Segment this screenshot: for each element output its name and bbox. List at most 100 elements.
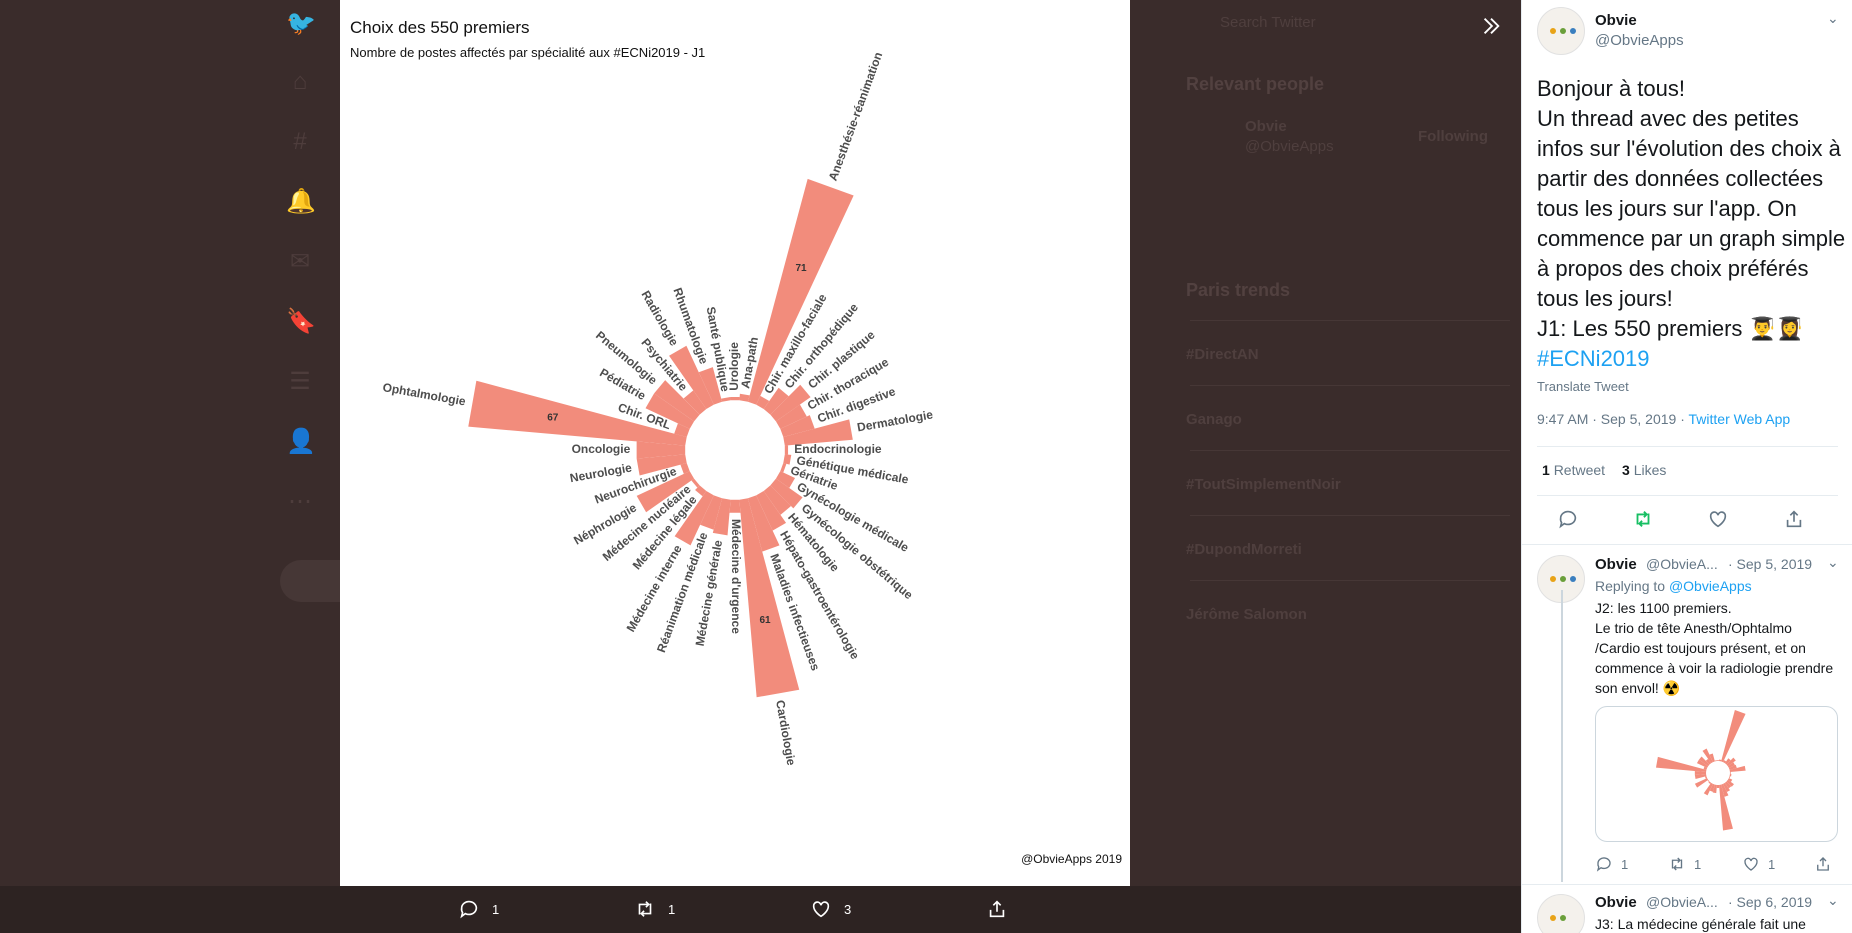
chart-bar [1721,709,1746,763]
media-action-bar: 1 1 3 [0,886,1521,933]
heart-icon [1744,857,1758,871]
expand-sidebar-button[interactable] [1474,12,1508,46]
reply-text: J2: les 1100 premiers. Le trio de tête A… [1595,600,1834,696]
retweet-count: 1 [1694,856,1702,872]
value-label: 61 [759,615,771,626]
retweet-button[interactable] [1632,508,1656,532]
tweet-line: Un thread avec des petites infos sur l'é… [1537,106,1846,311]
retweet-count: 1 [668,901,676,917]
notifications-icon: 🔔 [286,188,316,215]
thumbnail-chart [1655,709,1746,831]
chevron-down-icon[interactable]: ⌄ [1827,554,1839,571]
explore-icon: # [293,128,307,155]
thread-line [1561,590,1563,882]
share-button[interactable] [986,898,1008,920]
trend-ghost: #ToutSimplementNoir [1186,476,1341,493]
like-button[interactable]: 3 [810,898,851,920]
person-name-ghost: Obvie [1245,118,1287,135]
like-button[interactable]: 1 [1742,855,1775,873]
retweets-stat[interactable]: 1 Retweet [1542,462,1605,478]
reply-date[interactable]: · Sep 5, 2019 [1728,556,1812,572]
reply-date[interactable]: · Sep 6, 2019 [1728,894,1812,910]
share-icon [989,900,1005,918]
reply-button[interactable] [1557,508,1581,532]
retweet-icon [1671,857,1683,871]
retweet-button[interactable]: 1 [634,898,675,920]
chart-bar [721,396,731,402]
reply-icon [460,900,478,919]
chart-bar [780,462,787,473]
chart-bar [1729,774,1732,777]
chevron-down-icon[interactable]: ⌄ [1827,892,1839,909]
reply-author-handle[interactable]: @ObvieA... [1646,556,1718,572]
value-label: 67 [547,413,559,424]
tweet-text: Bonjour à tous! Un thread avec des petit… [1537,74,1847,374]
author-name[interactable]: Obvie [1595,12,1637,29]
reply-author-handle[interactable]: @ObvieA... [1646,894,1718,910]
polar-bar-chart: Ana-pathAnesthésie-réanimation71Chir. ma… [382,50,935,767]
tweet-line: J1: Les 550 premiers 👨‍🎓👩‍🎓 [1537,316,1804,341]
share-button[interactable] [1814,855,1832,873]
heart-icon [812,901,830,918]
reply-button[interactable]: 1 [1595,855,1628,873]
replying-to: Replying to @ObvieApps [1595,578,1752,594]
avatar[interactable] [1537,7,1585,55]
value-label: 71 [795,263,807,274]
avatar[interactable] [1537,894,1585,933]
divider [1190,385,1510,386]
chart-bar [1716,784,1720,788]
category-label: Urologie [727,342,741,391]
author-handle[interactable]: @ObvieApps [1595,32,1684,49]
reply-author-name[interactable]: Obvie [1595,556,1637,573]
chart-bar [784,445,789,455]
heart-icon [1709,511,1727,528]
trend-ghost: Ganago [1186,411,1242,428]
like-count: 3 [844,901,852,917]
category-label: Dermatologie [856,407,934,434]
reply-count: 1 [1621,856,1629,872]
divider [1190,320,1510,321]
translate-tweet-link[interactable]: Translate Tweet [1537,379,1629,394]
chart-bar [691,478,700,488]
retweet-button[interactable]: 1 [1668,855,1701,873]
chart-bar [1714,760,1717,762]
reply-button[interactable]: 1 [458,898,499,920]
reply-media-thumbnail[interactable] [1595,706,1838,842]
chart-subtitle: Nombre de postes affectés par spécialité… [350,45,706,60]
chart-bar [783,454,792,465]
double-chevron-right-icon [1483,18,1500,34]
trend-ghost: #DirectAN [1186,346,1259,363]
twitter-logo-icon: 🐦 [286,10,316,37]
reply-icon [1559,510,1577,529]
following-ghost: Following [1418,128,1488,145]
person-handle-ghost: @ObvieApps [1245,138,1334,155]
source-link[interactable]: Twitter Web App [1689,411,1791,427]
trends-title-ghost: Paris trends [1186,280,1291,300]
like-button[interactable] [1707,508,1731,532]
profile-icon: 👤 [286,428,316,455]
chart-bar [1694,778,1709,788]
chart-bar [730,396,740,401]
divider [1522,884,1852,885]
chart-bar [1707,779,1710,783]
more-icon: ⋯ [288,488,312,515]
likes-stat[interactable]: 3 Likes [1622,462,1666,478]
trend-ghost: #DupondMorreti [1186,541,1302,558]
chart-bar [729,499,741,513]
category-label: Oncologie [572,442,631,456]
category-label: Médecine d'urgence [729,519,743,634]
like-count: 1 [1768,856,1776,872]
hashtag-link[interactable]: #ECNi2019 [1537,344,1847,374]
media-image: Ana-path Anesthésie-réanimation 71 Chir. ma… [340,0,1130,886]
share-button[interactable] [1783,508,1807,532]
reply-author-name[interactable]: Obvie [1595,894,1637,911]
reply-icon [1596,857,1611,872]
chevron-down-icon[interactable]: ⌄ [1827,10,1839,27]
chart-bar [1716,760,1720,762]
chart-bar [1728,776,1731,779]
mention-link[interactable]: @ObvieApps [1669,578,1752,594]
divider [1190,580,1510,581]
tweet-line: Bonjour à tous! [1537,76,1685,101]
lists-icon: ☰ [289,368,311,395]
divider [1537,446,1838,447]
